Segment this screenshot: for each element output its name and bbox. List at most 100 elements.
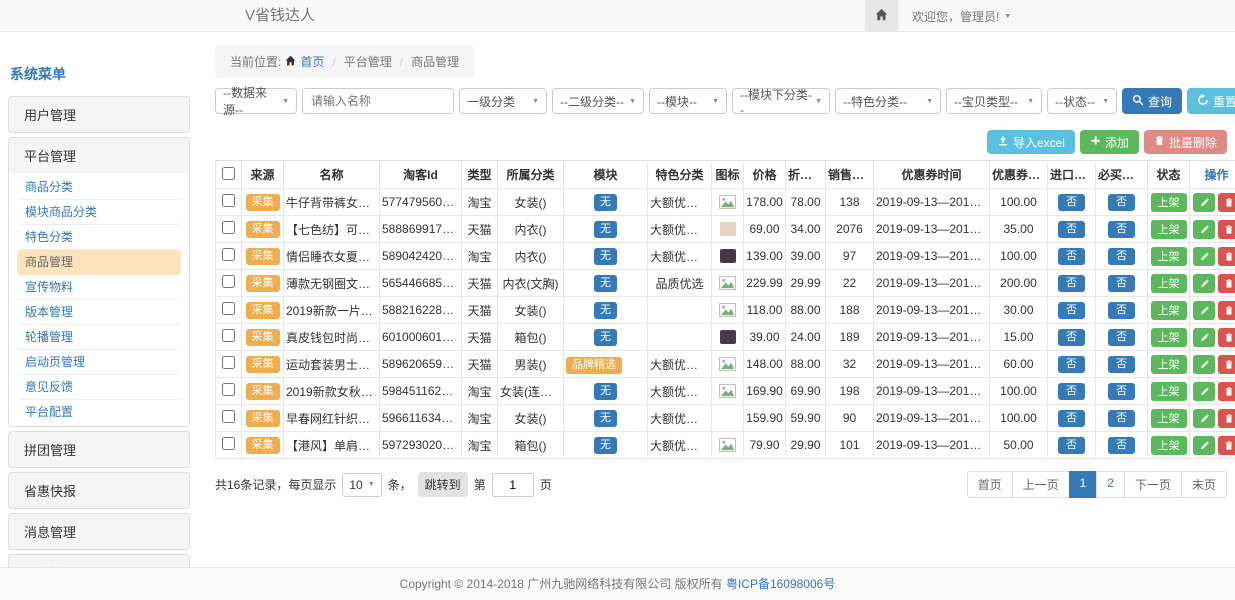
delete-button[interactable] [1218,247,1235,266]
must-buy-toggle[interactable]: 否 [1108,248,1135,265]
edit-button[interactable] [1193,436,1215,455]
page-button-last[interactable]: 末页 [1181,471,1227,498]
delete-button[interactable] [1218,220,1235,239]
row-checkbox[interactable] [222,275,235,288]
status-button[interactable]: 上架 [1151,382,1187,401]
filter-select-module-sub[interactable]: --模块下分类--▼ [732,88,830,114]
sidebar-item-groupbuy-mgmt[interactable]: 拼团管理 [9,432,189,467]
edit-button[interactable] [1193,274,1215,293]
page-button-prev[interactable]: 上一页 [1012,471,1070,498]
must-buy-toggle[interactable]: 否 [1108,356,1135,373]
edit-button[interactable] [1193,247,1215,266]
search-button[interactable]: 查询 [1122,88,1182,114]
filter-select-status[interactable]: --状态--▼ [1047,88,1117,114]
row-checkbox[interactable] [222,356,235,369]
imported-toggle[interactable]: 否 [1058,302,1085,319]
row-checkbox[interactable] [222,248,235,261]
imported-toggle[interactable]: 否 [1058,221,1085,238]
status-button[interactable]: 上架 [1151,355,1187,374]
must-buy-toggle[interactable]: 否 [1108,410,1135,427]
sidebar-item-promo-material[interactable]: 宣传物料 [17,275,181,300]
add-button[interactable]: 添加 [1080,130,1139,154]
delete-button[interactable] [1218,382,1235,401]
edit-button[interactable] [1193,301,1215,320]
status-button[interactable]: 上架 [1151,328,1187,347]
edit-button[interactable] [1193,355,1215,374]
batch-delete-button[interactable]: 批量删除 [1144,130,1227,154]
filter-select-category-l2[interactable]: --二级分类--▼ [552,88,644,114]
must-buy-toggle[interactable]: 否 [1108,329,1135,346]
delete-button[interactable] [1218,409,1235,428]
must-buy-toggle[interactable]: 否 [1108,437,1135,454]
user-menu[interactable]: 欢迎您，管理员! ▼ [912,8,1011,25]
sidebar-item-product-category[interactable]: 商品分类 [17,175,181,200]
status-button[interactable]: 上架 [1151,220,1187,239]
edit-button[interactable] [1193,409,1215,428]
delete-button[interactable] [1218,328,1235,347]
sidebar-item-product-mgmt[interactable]: 商品管理 [17,250,181,275]
sidebar-item-feature-category[interactable]: 特色分类 [17,225,181,250]
home-button[interactable] [865,0,898,32]
sidebar-item-express-news[interactable]: 省惠快报 [9,473,189,508]
delete-button[interactable] [1218,274,1235,293]
imported-toggle[interactable]: 否 [1058,437,1085,454]
breadcrumb-home-link[interactable]: 首页 [300,53,324,70]
filter-select-data-source[interactable]: --数据来源--▼ [215,88,297,114]
imported-toggle[interactable]: 否 [1058,410,1085,427]
edit-button[interactable] [1193,328,1215,347]
row-checkbox[interactable] [222,194,235,207]
sidebar-item-message-mgmt[interactable]: 消息管理 [9,514,189,549]
status-button[interactable]: 上架 [1151,274,1187,293]
imported-toggle[interactable]: 否 [1058,356,1085,373]
row-checkbox[interactable] [222,302,235,315]
sidebar-item-platform-mgmt[interactable]: 平台管理 [9,138,189,173]
row-checkbox[interactable] [222,221,235,234]
page-button-page-1[interactable]: 1 [1069,471,1098,498]
status-button[interactable]: 上架 [1151,409,1187,428]
sidebar-item-platform-config[interactable]: 平台配置 [17,400,181,424]
page-size-select[interactable]: 10 ▼ [342,473,381,497]
filter-select-module[interactable]: --模块--▼ [649,88,727,114]
sidebar-item-feedback[interactable]: 意见反馈 [17,375,181,400]
sidebar-item-user-mgmt[interactable]: 用户管理 [9,97,189,132]
must-buy-toggle[interactable]: 否 [1108,275,1135,292]
edit-button[interactable] [1193,220,1215,239]
reset-button[interactable]: 重置 [1187,88,1235,114]
sidebar-item-module-product-category[interactable]: 模块商品分类 [17,200,181,225]
imported-toggle[interactable]: 否 [1058,329,1085,346]
imported-toggle[interactable]: 否 [1058,248,1085,265]
page-button-page-2[interactable]: 2 [1096,471,1125,498]
imported-toggle[interactable]: 否 [1058,383,1085,400]
imported-toggle[interactable]: 否 [1058,275,1085,292]
import-excel-button[interactable]: 导入excel [987,130,1075,154]
edit-button[interactable] [1193,193,1215,212]
sidebar-item-carousel-mgmt[interactable]: 轮播管理 [17,325,181,350]
status-button[interactable]: 上架 [1151,436,1187,455]
must-buy-toggle[interactable]: 否 [1108,383,1135,400]
select-all-checkbox[interactable] [222,167,235,180]
page-button-first[interactable]: 首页 [967,471,1013,498]
imported-toggle[interactable]: 否 [1058,194,1085,211]
jump-button[interactable]: 跳转到 [418,472,468,497]
status-button[interactable]: 上架 [1151,301,1187,320]
filter-select-feature[interactable]: --特色分类--▼ [835,88,941,114]
sidebar-item-version-mgmt[interactable]: 版本管理 [17,300,181,325]
must-buy-toggle[interactable]: 否 [1108,221,1135,238]
delete-button[interactable] [1218,355,1235,374]
row-checkbox[interactable] [222,437,235,450]
row-checkbox[interactable] [222,410,235,423]
status-button[interactable]: 上架 [1151,247,1187,266]
must-buy-toggle[interactable]: 否 [1108,194,1135,211]
status-button[interactable]: 上架 [1151,193,1187,212]
edit-button[interactable] [1193,382,1215,401]
delete-button[interactable] [1218,193,1235,212]
jump-page-input[interactable] [492,473,534,497]
delete-button[interactable] [1218,301,1235,320]
name-search-input[interactable] [302,88,454,114]
must-buy-toggle[interactable]: 否 [1108,302,1135,319]
row-checkbox[interactable] [222,329,235,342]
icp-link[interactable]: 粤ICP备16098006号 [726,577,835,591]
delete-button[interactable] [1218,436,1235,455]
row-checkbox[interactable] [222,383,235,396]
filter-select-item-type[interactable]: --宝贝类型--▼ [946,88,1042,114]
